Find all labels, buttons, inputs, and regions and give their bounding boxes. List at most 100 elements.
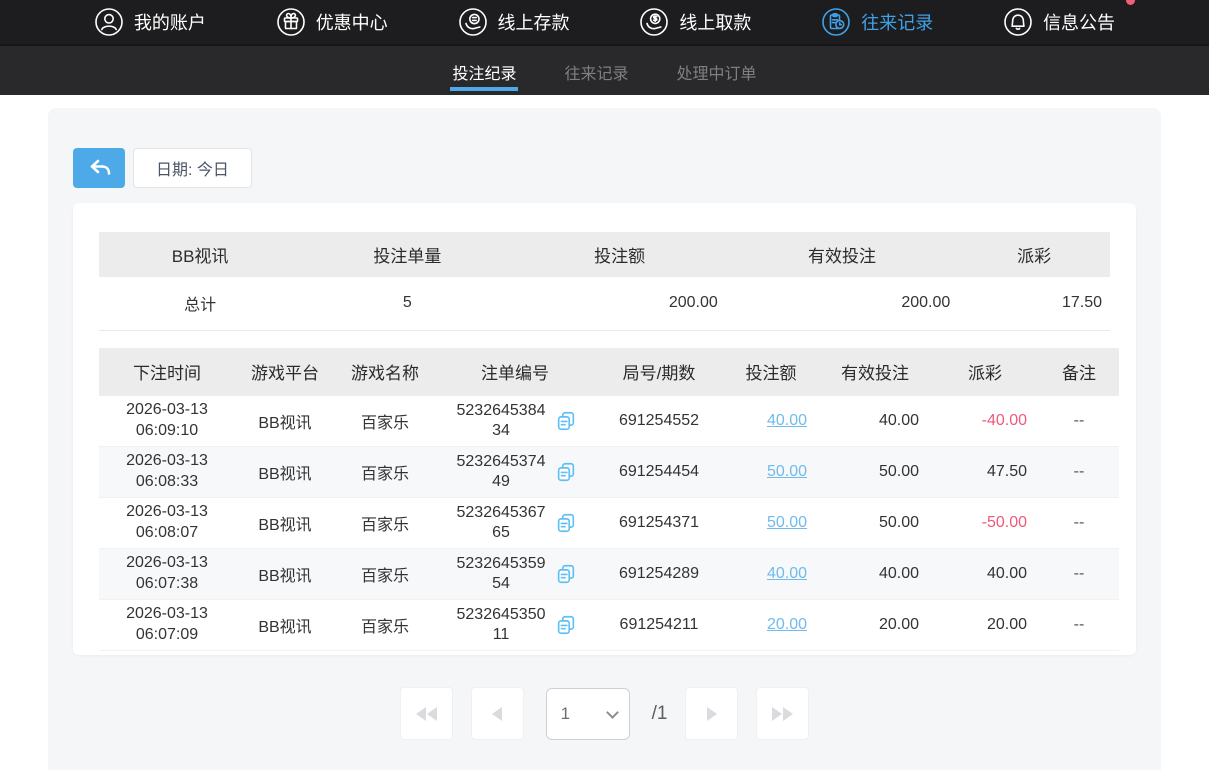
bets-header-bet-no: 注单编号 bbox=[435, 348, 595, 396]
bets-header-time: 下注时间 bbox=[99, 348, 235, 396]
bet-no-cell: 523264535011 bbox=[435, 600, 595, 651]
nav-item-online-withdrawal[interactable]: 线上取款 bbox=[633, 7, 757, 37]
page-select[interactable]: 1 bbox=[546, 688, 630, 740]
bet-amount-link[interactable]: 50.00 bbox=[767, 514, 807, 531]
records-card: BB视讯 投注单量 投注额 有效投注 派彩 总计 5 200.00 200.00… bbox=[73, 203, 1136, 655]
content-panel: 日期: 今日 BB视讯 投注单量 投注额 有效投注 派彩 总计 5 200.00 bbox=[48, 108, 1161, 770]
prev-page-button[interactable] bbox=[471, 687, 524, 740]
copy-icon[interactable] bbox=[555, 563, 577, 585]
last-page-button[interactable] bbox=[756, 687, 809, 740]
summary-total-count: 5 bbox=[301, 277, 513, 330]
bet-time: 2026-03-13 06:08:07 bbox=[99, 498, 235, 549]
bet-platform: BB视讯 bbox=[235, 600, 335, 651]
tab-transaction-records[interactable]: 往来记录 bbox=[562, 46, 630, 91]
summary-header-bet-count: 投注单量 bbox=[301, 232, 513, 277]
bet-amount-link[interactable]: 40.00 bbox=[767, 412, 807, 429]
bet-number: 523264536765 bbox=[453, 503, 549, 543]
bet-valid: 50.00 bbox=[819, 447, 931, 498]
bet-amount-link[interactable]: 50.00 bbox=[767, 463, 807, 480]
page-total-label: /1 bbox=[652, 703, 668, 725]
summary-total-payout: 17.50 bbox=[958, 277, 1110, 330]
nav-item-promotions[interactable]: 优惠中心 bbox=[270, 7, 394, 37]
bets-table: 下注时间 游戏平台 游戏名称 注单编号 局号/期数 投注额 有效投注 派彩 备注… bbox=[99, 348, 1119, 652]
summary-total-label: 总计 bbox=[99, 277, 301, 330]
back-button[interactable] bbox=[73, 148, 125, 188]
next-page-button[interactable] bbox=[685, 687, 738, 740]
bet-platform: BB视讯 bbox=[235, 396, 335, 447]
copy-icon[interactable] bbox=[555, 512, 577, 534]
notification-dot bbox=[1126, 0, 1135, 5]
bet-game: 百家乐 bbox=[335, 396, 435, 447]
bet-no-cell: 523264537449 bbox=[435, 447, 595, 498]
summary-header-bet-amount: 投注额 bbox=[513, 232, 725, 277]
summary-table: BB视讯 投注单量 投注额 有效投注 派彩 总计 5 200.00 200.00… bbox=[99, 232, 1110, 331]
user-icon bbox=[94, 7, 124, 37]
bet-no-cell: 523264535954 bbox=[435, 549, 595, 600]
table-row: 2026-03-13 06:08:33 BB视讯 百家乐 52326453744… bbox=[99, 447, 1119, 498]
first-page-button[interactable] bbox=[400, 687, 453, 740]
bet-number: 523264537449 bbox=[453, 452, 549, 492]
bet-round: 691254454 bbox=[595, 447, 723, 498]
pagination: 1 /1 bbox=[73, 687, 1136, 740]
bet-round: 691254371 bbox=[595, 498, 723, 549]
nav-label: 往来记录 bbox=[861, 9, 933, 35]
bet-amount-link[interactable]: 40.00 bbox=[767, 565, 807, 582]
bets-header-valid: 有效投注 bbox=[819, 348, 931, 396]
deposit-icon bbox=[458, 7, 488, 37]
bet-round: 691254289 bbox=[595, 549, 723, 600]
bet-time: 2026-03-13 06:08:33 bbox=[99, 447, 235, 498]
bet-valid: 20.00 bbox=[819, 600, 931, 651]
bet-time: 2026-03-13 06:07:09 bbox=[99, 600, 235, 651]
bet-platform: BB视讯 bbox=[235, 549, 335, 600]
table-row: 2026-03-13 06:09:10 BB视讯 百家乐 52326453843… bbox=[99, 396, 1119, 447]
last-page-icon bbox=[772, 707, 793, 721]
bet-remark: -- bbox=[1039, 396, 1119, 447]
nav-item-announcements[interactable]: 信息公告 bbox=[997, 7, 1121, 37]
bets-header-amount: 投注额 bbox=[723, 348, 819, 396]
copy-icon[interactable] bbox=[555, 410, 577, 432]
copy-icon[interactable] bbox=[555, 614, 577, 636]
copy-icon[interactable] bbox=[555, 461, 577, 483]
prev-page-icon bbox=[492, 707, 502, 721]
bet-remark: -- bbox=[1039, 447, 1119, 498]
bet-payout: -50.00 bbox=[931, 498, 1039, 549]
nav-item-transaction-records[interactable]: 往来记录 bbox=[815, 7, 939, 37]
bet-round: 691254552 bbox=[595, 396, 723, 447]
withdraw-icon bbox=[639, 7, 669, 37]
bet-valid: 40.00 bbox=[819, 396, 931, 447]
records-tab-bar: 投注纪录 往来记录 处理中订单 bbox=[0, 44, 1209, 95]
bet-platform: BB视讯 bbox=[235, 498, 335, 549]
table-row: 2026-03-13 06:08:07 BB视讯 百家乐 52326453676… bbox=[99, 498, 1119, 549]
bet-game: 百家乐 bbox=[335, 498, 435, 549]
nav-item-my-account[interactable]: 我的账户 bbox=[88, 7, 212, 37]
summary-header-valid-bet: 有效投注 bbox=[726, 232, 959, 277]
summary-total-row: 总计 5 200.00 200.00 17.50 bbox=[99, 277, 1110, 330]
bet-number: 523264535954 bbox=[453, 554, 549, 594]
bets-header-game: 游戏名称 bbox=[335, 348, 435, 396]
top-navigation: 我的账户 优惠中心 线上存款 bbox=[0, 0, 1209, 44]
summary-total-valid-bet: 200.00 bbox=[726, 277, 959, 330]
bet-game: 百家乐 bbox=[335, 447, 435, 498]
bets-header-platform: 游戏平台 bbox=[235, 348, 335, 396]
bets-header-payout: 派彩 bbox=[931, 348, 1039, 396]
summary-total-bet-amount: 200.00 bbox=[513, 277, 725, 330]
page-select-wrap: 1 bbox=[546, 688, 630, 740]
bet-payout: -40.00 bbox=[931, 396, 1039, 447]
date-filter-chip[interactable]: 日期: 今日 bbox=[133, 148, 252, 188]
bet-platform: BB视讯 bbox=[235, 447, 335, 498]
bet-game: 百家乐 bbox=[335, 549, 435, 600]
tab-processing-orders[interactable]: 处理中订单 bbox=[675, 46, 759, 91]
bet-number: 523264538434 bbox=[453, 401, 549, 441]
bet-no-cell: 523264536765 bbox=[435, 498, 595, 549]
bet-amount-link[interactable]: 20.00 bbox=[767, 616, 807, 633]
bets-header-round: 局号/期数 bbox=[595, 348, 723, 396]
nav-label: 线上取款 bbox=[679, 9, 751, 35]
summary-header-payout: 派彩 bbox=[958, 232, 1110, 277]
bet-no-cell: 523264538434 bbox=[435, 396, 595, 447]
nav-label: 我的账户 bbox=[134, 9, 206, 35]
nav-label: 线上存款 bbox=[498, 9, 570, 35]
bet-payout: 47.50 bbox=[931, 447, 1039, 498]
bet-payout: 20.00 bbox=[931, 600, 1039, 651]
nav-item-online-deposit[interactable]: 线上存款 bbox=[452, 7, 576, 37]
tab-bet-records[interactable]: 投注纪录 bbox=[450, 46, 518, 91]
